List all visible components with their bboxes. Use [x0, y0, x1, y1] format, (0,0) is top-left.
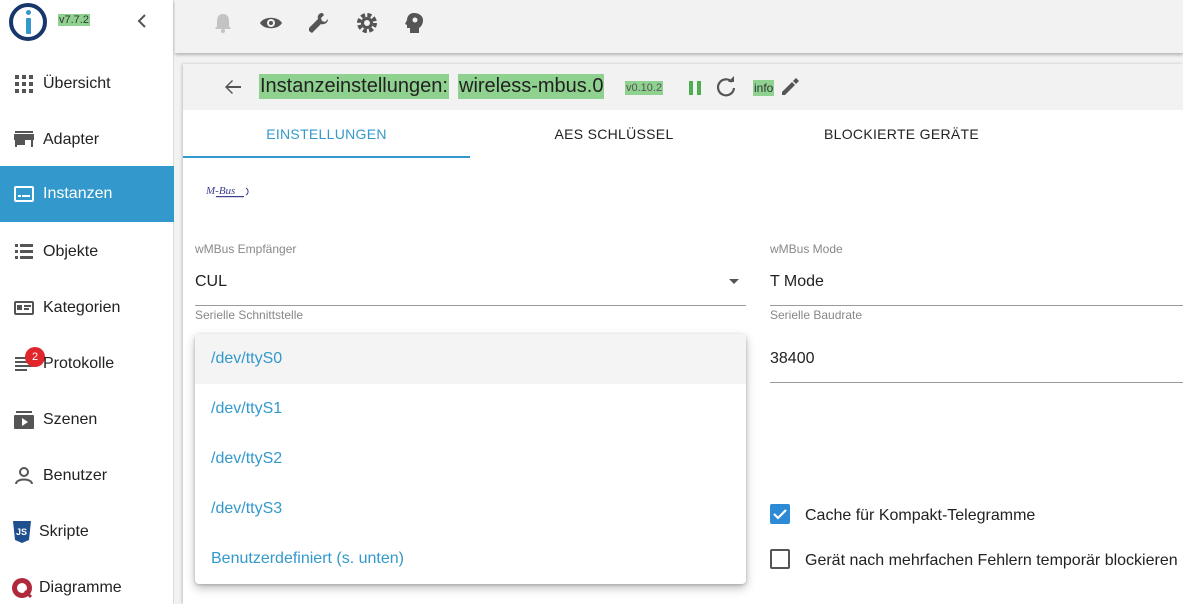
baudrate-label: Serielle Baudrate [770, 308, 863, 322]
sidebar-item-adapter[interactable]: Adapter [0, 112, 174, 168]
sidebar-item-label: Kategorien [43, 299, 121, 316]
serial-port-dropdown-menu: /dev/ttyS0 /dev/ttyS1 /dev/ttyS2 /dev/tt… [195, 334, 746, 584]
notification-badge: 2 [25, 347, 45, 367]
iobroker-logo[interactable] [9, 3, 47, 41]
page-title: Instanzeinstellungen: [259, 74, 449, 99]
sidebar-item-benutzer[interactable]: Benutzer [0, 448, 174, 504]
tab-einstellungen[interactable]: EINSTELLUNGEN [183, 110, 470, 158]
dropdown-option[interactable]: /dev/ttyS2 [195, 434, 746, 484]
sidebar-item-label: Protokolle [43, 355, 115, 372]
sidebar-item-instanzen[interactable]: Instanzen [0, 166, 174, 222]
sidebar-item-label: Skripte [39, 523, 89, 540]
instance-settings-panel: Instanzeinstellungen: wireless-mbus.0 v0… [183, 64, 1183, 604]
sidebar-item-label: Adapter [43, 131, 100, 148]
wrench-icon[interactable] [307, 11, 331, 35]
mbus-logo-text: M-Bus [205, 185, 235, 197]
pause-icon[interactable] [683, 76, 707, 100]
svg-text:JS: JS [16, 527, 27, 537]
user-icon [12, 464, 36, 488]
eye-icon[interactable] [259, 11, 283, 35]
store-icon [12, 128, 36, 152]
mode-select-value[interactable]: T Mode [770, 273, 824, 291]
dropdown-option[interactable]: Benutzerdefiniert (s. unten) [195, 534, 746, 584]
baudrate-underline [770, 382, 1183, 383]
dropdown-option[interactable]: /dev/ttyS1 [195, 384, 746, 434]
sidebar: v7.7.2 Übersicht Adapter Instanzen Objek… [0, 0, 174, 604]
sidebar-item-protokolle[interactable]: 2 Protokolle [0, 336, 174, 392]
gear-icon[interactable] [355, 11, 379, 35]
receiver-select-value[interactable]: CUL [195, 273, 227, 291]
sidebar-item-label: Szenen [43, 411, 98, 428]
sidebar-item-label: Instanzen [43, 185, 113, 202]
sidebar-item-label: Benutzer [43, 467, 108, 484]
chevron-left-icon[interactable] [132, 10, 152, 34]
list-icon [12, 240, 36, 264]
sidebar-item-label: Übersicht [43, 75, 111, 92]
app-version: v7.7.2 [58, 14, 90, 26]
instance-name: wireless-mbus.0 [458, 74, 605, 99]
mode-underline [770, 305, 1183, 306]
sidebar-item-objekte[interactable]: Objekte [0, 224, 174, 280]
sidebar-item-diagramme[interactable]: Diagramme [0, 560, 174, 604]
sidebar-item-szenen[interactable]: Szenen [0, 392, 174, 448]
instances-icon [12, 182, 36, 206]
dropdown-option[interactable]: /dev/ttyS3 [195, 484, 746, 534]
bell-icon[interactable] [211, 11, 235, 35]
dropdown-option[interactable]: /dev/ttyS0 [195, 334, 746, 384]
top-toolbar [175, 0, 1183, 53]
log-level-info[interactable]: info [753, 80, 775, 96]
logo-dot [26, 10, 31, 15]
arrow-back-icon[interactable] [221, 75, 245, 99]
sidebar-item-label: Diagramme [39, 579, 122, 596]
title-bar: Instanzeinstellungen: wireless-mbus.0 v0… [183, 64, 1183, 110]
mode-label: wMBus Mode [770, 242, 843, 256]
mbus-logo: M-Bus [205, 185, 249, 198]
sidebar-item-kategorien[interactable]: Kategorien [0, 280, 174, 336]
tab-blockierte-geraete[interactable]: BLOCKIERTE GERÄTE [758, 110, 1045, 158]
tab-aes-schluessel[interactable]: AES SCHLÜSSEL [470, 110, 758, 158]
cache-checkbox-label: Cache für Kompakt-Telegramme [805, 507, 1036, 524]
receiver-label: wMBus Empfänger [195, 242, 297, 256]
apps-grid-icon [12, 72, 36, 96]
pencil-icon[interactable] [779, 76, 801, 98]
serial-port-label: Serielle Schnittstelle [195, 308, 304, 322]
block-checkbox[interactable] [770, 549, 790, 569]
chart-icon [10, 576, 34, 600]
categories-icon [12, 296, 36, 320]
cache-checkbox[interactable] [770, 504, 790, 524]
sidebar-item-label: Objekte [43, 243, 99, 260]
adapter-version: v0.10.2 [625, 81, 664, 95]
logo-bar [26, 18, 31, 34]
javascript-icon: JS [10, 520, 34, 544]
receiver-underline [195, 305, 746, 306]
scenes-icon [12, 408, 36, 432]
sidebar-item-skripte[interactable]: JS Skripte [0, 504, 174, 560]
sidebar-item-uebersicht[interactable]: Übersicht [0, 56, 174, 112]
expert-head-icon[interactable] [403, 11, 427, 35]
refresh-icon[interactable] [714, 75, 738, 99]
block-checkbox-label: Gerät nach mehrfachen Fehlern temporär b… [805, 552, 1178, 569]
dropdown-arrow-icon[interactable] [729, 279, 739, 284]
baudrate-input[interactable]: 38400 [770, 350, 815, 368]
